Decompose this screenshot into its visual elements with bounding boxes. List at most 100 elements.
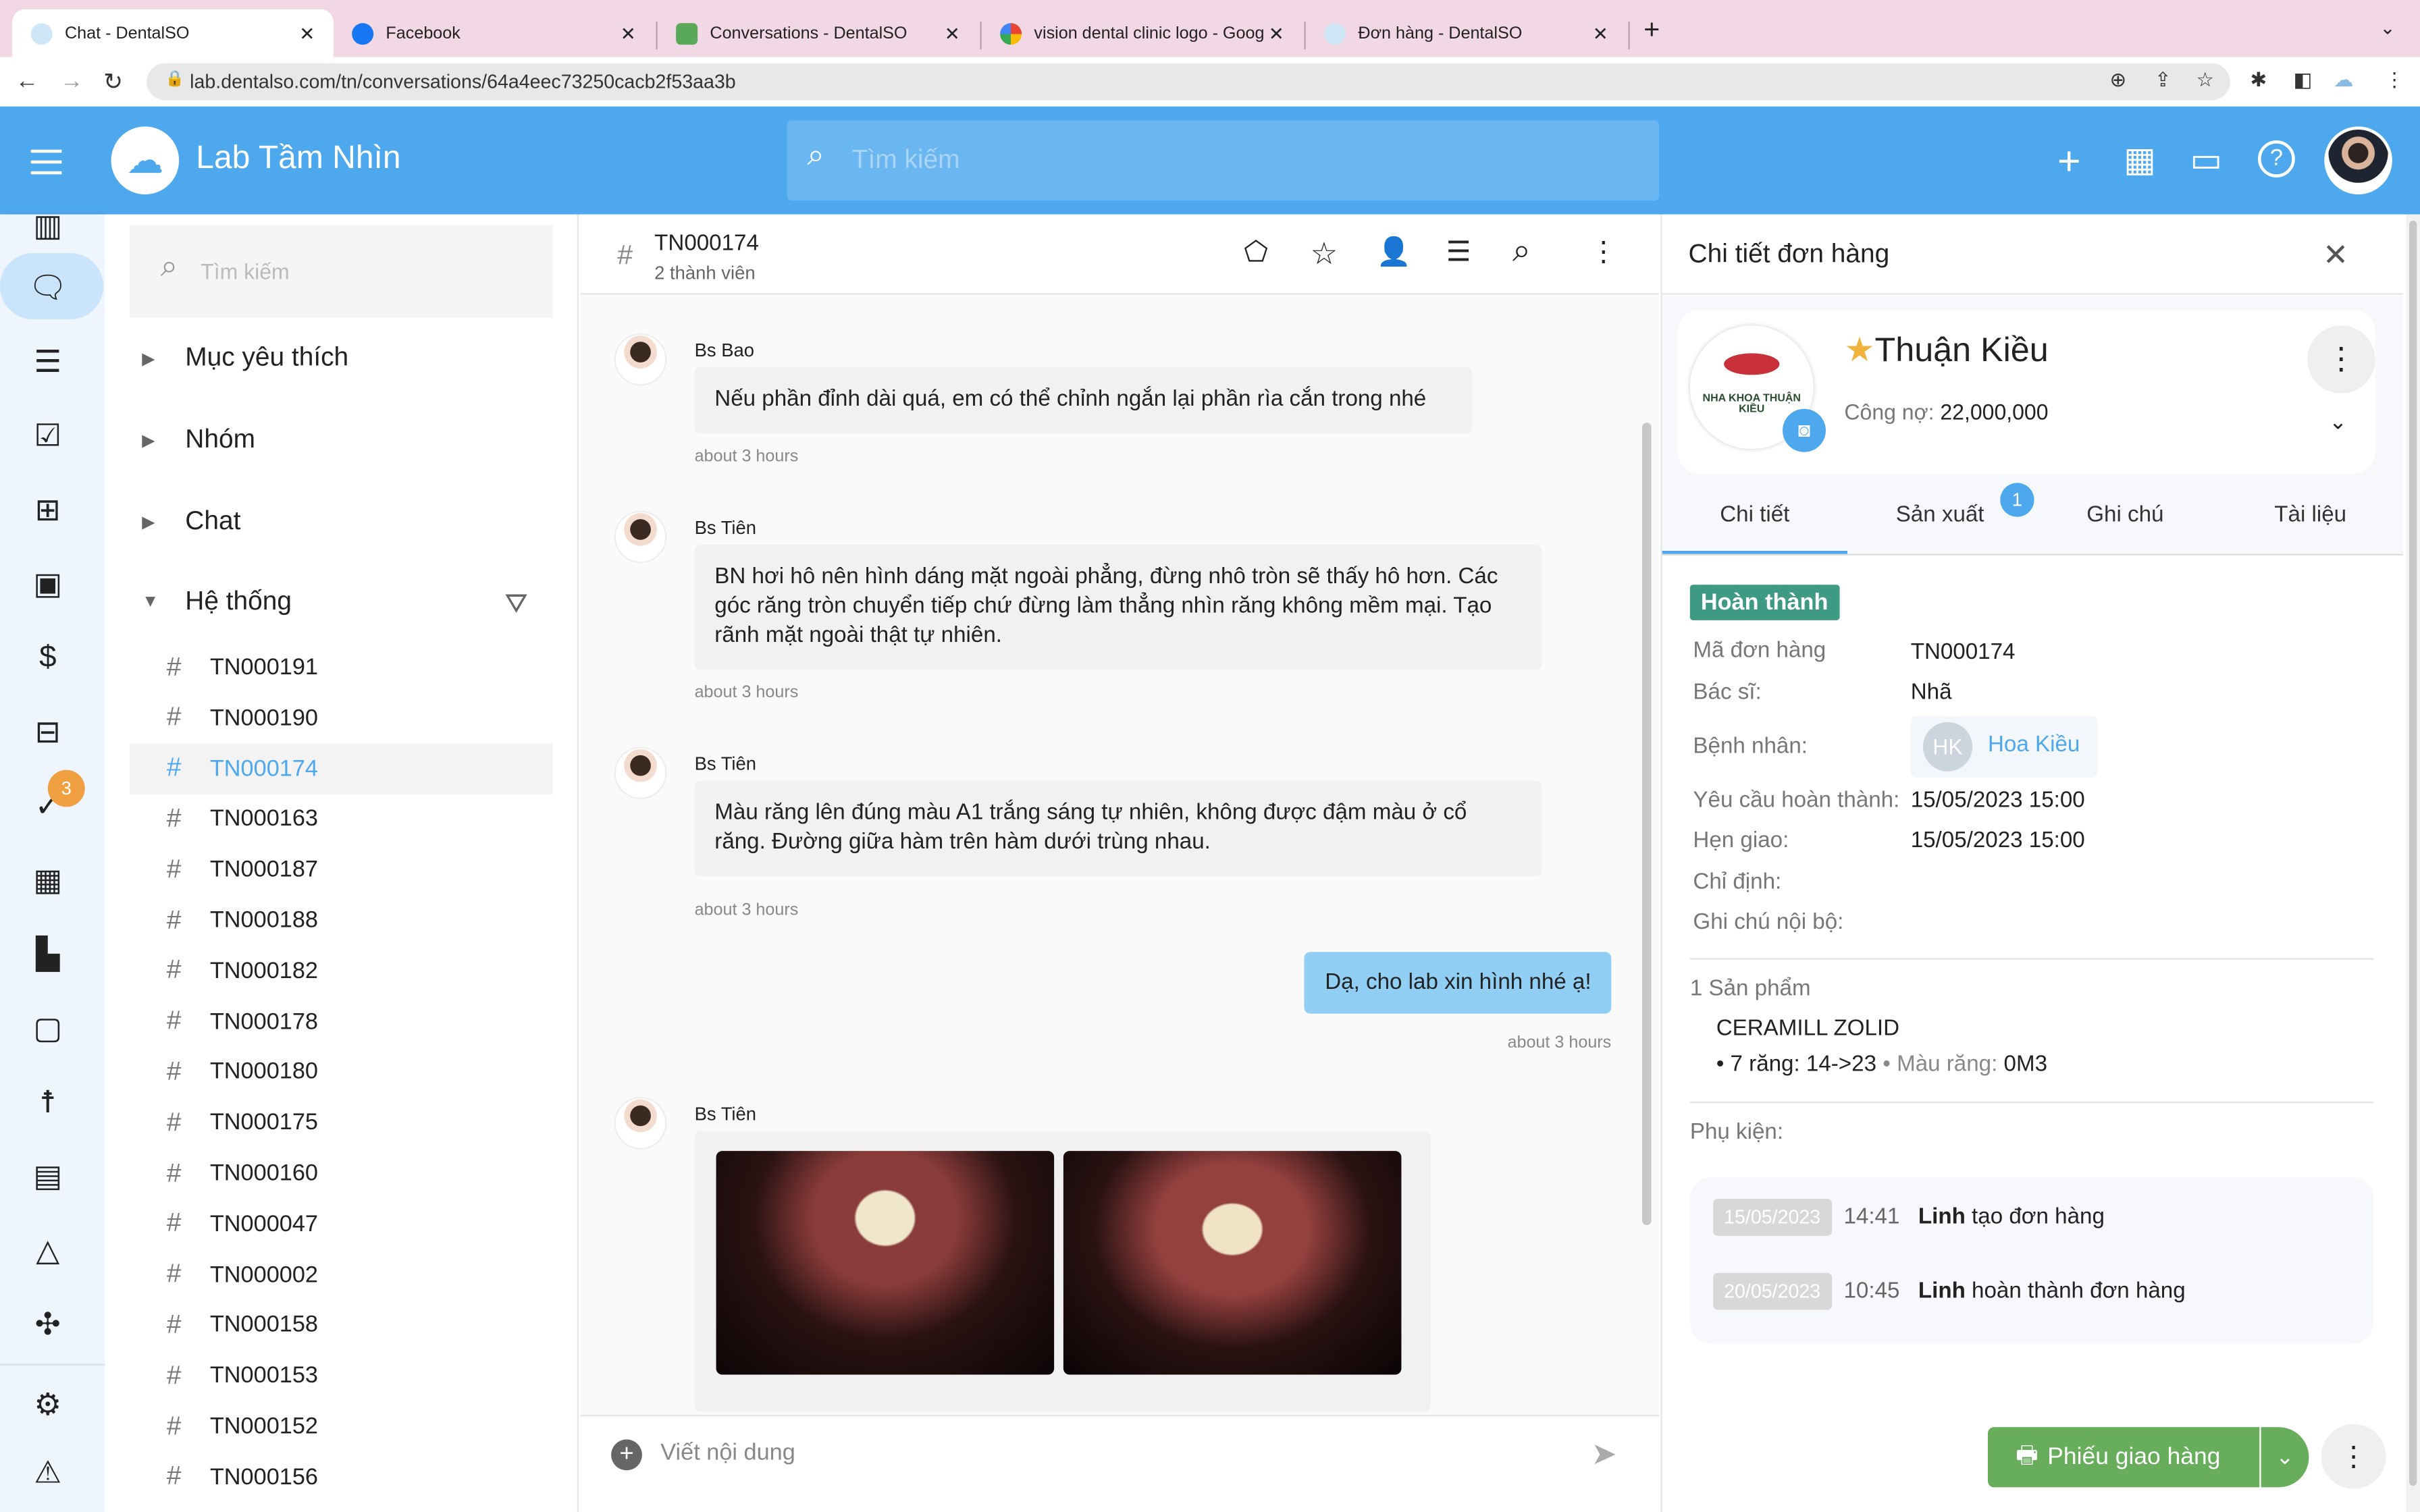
share-icon[interactable]: ⇪ (2155, 68, 2172, 93)
report-icon[interactable]: ▤ (28, 1156, 68, 1195)
invoice-icon[interactable]: $ (28, 637, 68, 677)
avatar (614, 333, 667, 386)
help-icon[interactable]: ? (2257, 140, 2295, 178)
user-avatar[interactable] (2324, 126, 2392, 194)
tab-documents[interactable]: Tài liệu (2218, 480, 2403, 554)
channel-item[interactable]: # TN000153 (130, 1350, 552, 1401)
channel-item[interactable]: # TN000178 (130, 996, 552, 1047)
contacts-icon[interactable]: ▢ (28, 1008, 68, 1048)
tag-icon[interactable]: ⬠ (1244, 236, 1268, 269)
reload-icon[interactable]: ↻ (103, 68, 123, 96)
notes-icon[interactable]: ☰ (1446, 236, 1471, 269)
forward-icon[interactable]: → (60, 68, 83, 94)
browser-menu-icon[interactable]: ⋮ (2384, 68, 2404, 93)
channel-item[interactable]: # TN000152 (130, 1401, 552, 1451)
close-icon[interactable]: ✕ (1269, 22, 1284, 44)
close-icon[interactable]: ✕ (299, 22, 315, 44)
archive-icon[interactable]: ⊟ (28, 711, 68, 751)
menu-icon[interactable] (30, 149, 62, 175)
chevron-down-icon[interactable]: ⌄ (2329, 409, 2347, 435)
close-icon[interactable]: ✕ (945, 22, 960, 44)
channel-item[interactable]: # TN000158 (130, 1299, 552, 1350)
channel-item[interactable]: # TN000047 (130, 1199, 552, 1249)
search-icon[interactable]: ⌕ (1512, 233, 1531, 270)
warning-icon[interactable]: ⚠ (28, 1452, 68, 1492)
channel-item[interactable]: # TN000182 (130, 946, 552, 996)
workflow-icon[interactable]: ⊞ (28, 489, 68, 529)
add-member-icon[interactable]: 👤 (1377, 236, 1411, 269)
close-icon[interactable]: ✕ (621, 22, 636, 44)
patient-chip[interactable]: HK Hoa Kiều (1910, 716, 2098, 778)
cloud-icon[interactable]: ☁ (2334, 68, 2354, 93)
panel-scrollbar[interactable] (2406, 214, 2420, 1512)
group-chat[interactable]: ▶ Chat (142, 506, 240, 537)
calendar-icon[interactable]: ▣ (28, 563, 68, 603)
channel-item[interactable]: # TN000156 (130, 1451, 552, 1502)
group-groups[interactable]: ▶ Nhóm (142, 425, 255, 456)
building-icon[interactable]: ▙ (28, 934, 68, 973)
back-icon[interactable]: ← (16, 68, 38, 94)
group-favorites[interactable]: ▶ Mục yêu thích (142, 342, 348, 373)
tab-details[interactable]: Chi tiết (1662, 480, 1847, 554)
photo-teeth-front[interactable] (1063, 1151, 1402, 1375)
add-attachment-icon[interactable]: + (611, 1439, 642, 1471)
browser-tab[interactable]: Chat - DentalSO ✕ (12, 9, 334, 57)
tab-notes[interactable]: Ghi chú (2032, 480, 2217, 554)
settings-icon[interactable]: ⚙ (28, 1384, 68, 1424)
print-delivery-button[interactable]: 🖶 Phiếu giao hàng (1987, 1427, 2260, 1488)
detail-tabs: Chi tiết Sản xuất 1 Ghi chú Tài liệu (1662, 480, 2403, 556)
channel-item[interactable]: # TN000175 (130, 1098, 552, 1148)
extensions-icon[interactable]: ✱ (2251, 68, 2267, 93)
browser-tab[interactable]: Đơn hàng - DentalSO ✕ (1306, 9, 1627, 57)
group-system[interactable]: ▼ Hệ thống (142, 587, 292, 618)
message-input[interactable]: Viết nội dung (660, 1440, 1556, 1466)
channel-item[interactable]: # TN000190 (130, 693, 552, 743)
conversation-search-input[interactable]: ⌕ Tìm kiếm (129, 225, 553, 318)
channel-item[interactable]: # TN000180 (130, 1047, 552, 1098)
tab-search-chevron-icon[interactable]: ⌄ (2380, 17, 2396, 38)
browser-tab[interactable]: Conversations - DentalSO ✕ (658, 9, 978, 57)
document-icon[interactable]: ☰ (28, 341, 68, 381)
calendar-check-icon[interactable]: ☑ (28, 415, 68, 455)
add-icon[interactable]: + (2057, 140, 2081, 180)
photo-teeth-shade-guide[interactable] (716, 1151, 1055, 1375)
star-icon[interactable]: ☆ (1311, 234, 1338, 273)
send-icon[interactable]: ➤ (1592, 1435, 1617, 1474)
zoom-icon[interactable]: ⊕ (2110, 68, 2127, 93)
channel-item[interactable]: # TN000174 (129, 742, 553, 794)
filter-icon[interactable]: ⛛ (504, 588, 528, 620)
close-icon[interactable]: ✕ (2323, 236, 2348, 275)
channel-item[interactable]: # TN000188 (130, 895, 552, 946)
camera-icon[interactable]: ◙ (1782, 408, 1826, 452)
more-icon[interactable]: ⋮ (2307, 325, 2375, 394)
qr-icon[interactable]: ▦ (28, 859, 68, 899)
browser-tab[interactable]: Facebook ✕ (334, 9, 654, 57)
tab-production[interactable]: Sản xuất 1 (1847, 480, 2034, 554)
bookmark-star-icon[interactable]: ☆ (2197, 68, 2215, 93)
global-search-input[interactable]: ⌕ Tìm kiếm (787, 120, 1660, 201)
channel-item[interactable]: # TN000163 (130, 794, 552, 844)
dashboard-icon[interactable]: ▥ (28, 205, 68, 245)
chat-scrollbar[interactable] (1641, 423, 1652, 1225)
accessibility-icon[interactable]: ☨ (28, 1081, 68, 1121)
browser-tab[interactable]: vision dental clinic logo - Goog ✕ (982, 9, 1303, 57)
more-icon[interactable]: ⋮ (1589, 236, 1617, 269)
url-input[interactable]: 🔒 lab.dentalso.com/tn/conversations/64a4e… (147, 63, 2230, 101)
channel-item[interactable]: # TN000002 (130, 1249, 552, 1299)
shapes-icon[interactable]: △ (28, 1230, 68, 1270)
caret-down-icon: ▼ (142, 592, 159, 612)
network-icon[interactable]: ✣ (28, 1303, 68, 1343)
hash-icon: # (166, 854, 182, 884)
qr-scan-icon[interactable]: ▦ (2124, 140, 2156, 180)
message-icon[interactable]: ▭ (2190, 140, 2222, 180)
hash-icon: # (166, 753, 182, 783)
sidebar-icon[interactable]: ◧ (2294, 68, 2313, 93)
channel-item[interactable]: # TN000160 (130, 1148, 552, 1199)
chat-icon[interactable]: 🗨 (28, 267, 68, 306)
close-icon[interactable]: ✕ (1593, 22, 1608, 44)
channel-item[interactable]: # TN000187 (130, 844, 552, 895)
more-icon[interactable]: ⋮ (2321, 1424, 2386, 1489)
print-options-chevron-icon[interactable]: ⌄ (2261, 1427, 2309, 1488)
channel-item[interactable]: # TN000191 (130, 642, 552, 693)
new-tab-button[interactable]: + (1643, 14, 1660, 47)
